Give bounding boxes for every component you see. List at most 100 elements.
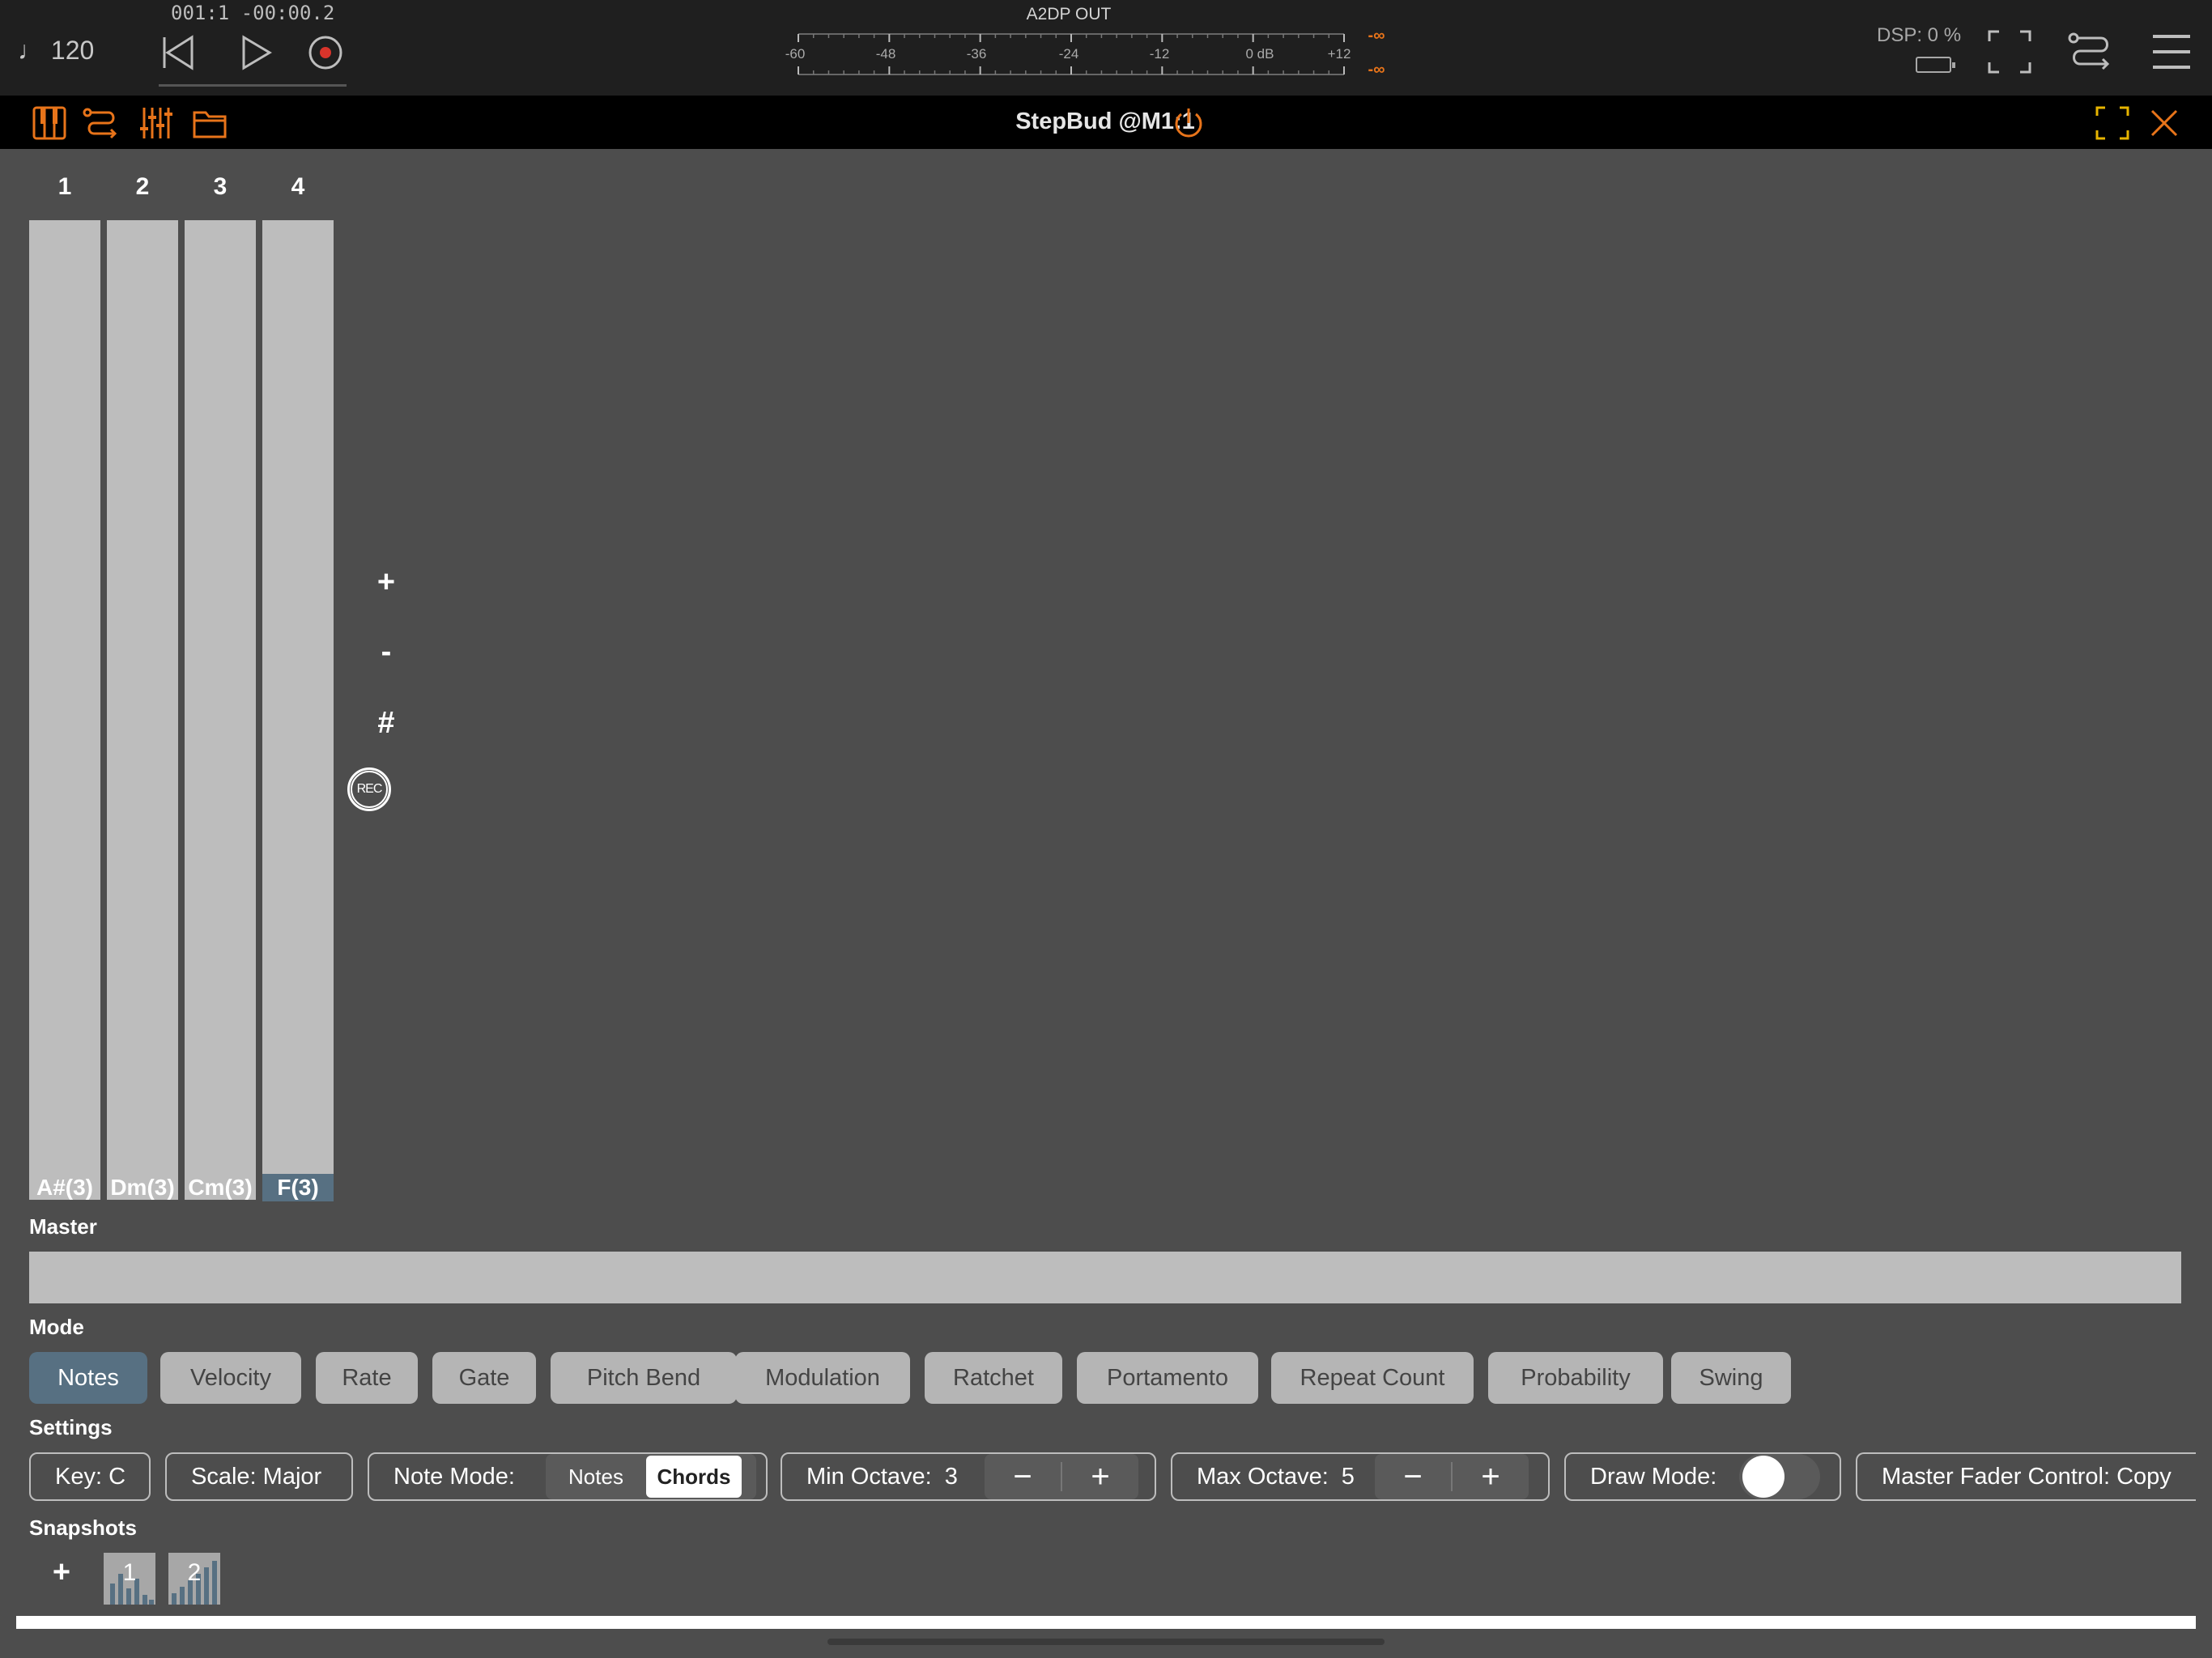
position-display: 001:1 -00:00.2 (171, 2, 335, 24)
min-octave-decrement[interactable]: − (985, 1454, 1061, 1499)
mode-label: Mode (29, 1315, 84, 1339)
meter-title: A2DP OUT (1026, 5, 1112, 23)
draw-mode-control: Draw Mode: (1564, 1452, 1841, 1501)
play-button[interactable] (232, 28, 280, 77)
draw-mode-toggle[interactable] (1739, 1454, 1820, 1499)
meter-label: -36 (967, 46, 987, 62)
transport-progress (159, 84, 347, 87)
note-mode-notes-option[interactable]: Notes (546, 1456, 646, 1498)
piano-icon (32, 106, 66, 140)
meter-label: -24 (1059, 46, 1079, 62)
tempo-display[interactable]: ♩ 120 (18, 36, 94, 66)
rec-button[interactable]: REC (347, 767, 391, 811)
master-label: Master (29, 1214, 97, 1239)
snapshot-mini-bar (143, 1595, 147, 1605)
record-icon (308, 36, 342, 70)
step-bar[interactable] (107, 220, 178, 1200)
key-value: Key: C (55, 1463, 126, 1490)
transport-bar: ♩ 120 001:1 -00:00.2 A2DP OUT -60 -48 -3… (0, 0, 2212, 96)
snapshot-mini-bar (149, 1600, 154, 1605)
folder-icon (193, 111, 227, 138)
play-icon (242, 35, 272, 70)
step-bar[interactable] (29, 220, 100, 1200)
mode-modulation-button[interactable]: Modulation (735, 1352, 910, 1404)
max-octave-control: Max Octave: 5 − + (1171, 1452, 1550, 1501)
settings-label: Settings (29, 1415, 113, 1439)
battery-icon (1916, 57, 1955, 73)
plugin-routing-button[interactable] (81, 104, 121, 142)
peak-right: -∞ (1368, 61, 1385, 79)
snapshot-number: 1 (122, 1559, 137, 1586)
mode-pitch-bend-button[interactable]: Pitch Bend (551, 1352, 737, 1404)
note-mode-segmented: Notes Chords (546, 1454, 756, 1499)
snapshot-number: 2 (187, 1559, 202, 1586)
meter-label: -60 (785, 46, 806, 62)
plugin-fullscreen-button[interactable] (2092, 104, 2133, 142)
note-mode-chords-option[interactable]: Chords (646, 1456, 742, 1498)
add-snapshot-button[interactable]: + (39, 1550, 84, 1595)
step-note-label: Dm(3) (110, 1175, 175, 1200)
snapshot-thumbnail[interactable]: 1 (104, 1553, 155, 1605)
master-fader[interactable] (29, 1252, 2181, 1303)
max-octave-stepper: − + (1375, 1454, 1529, 1499)
dsp-readout: DSP: 0 % (1877, 24, 1962, 46)
min-octave-increment[interactable]: + (1062, 1454, 1138, 1499)
min-octave-value: 3 (944, 1463, 958, 1490)
keyboard-button[interactable] (29, 104, 70, 142)
routing-icon (83, 108, 117, 139)
plugin-title: StepBud @M1:1 (1015, 108, 1195, 134)
sliders-icon (140, 108, 172, 138)
close-plugin-button[interactable] (2144, 104, 2184, 142)
routing-icon (2068, 32, 2110, 70)
meter-label: +12 (1328, 46, 1351, 62)
bottom-edge (16, 1616, 2196, 1629)
rewind-button[interactable] (154, 28, 202, 77)
mode-swing-button[interactable]: Swing (1671, 1352, 1791, 1404)
mode-notes-button[interactable]: Notes (29, 1352, 147, 1404)
mode-velocity-button[interactable]: Velocity (160, 1352, 301, 1404)
expand-icon (1988, 30, 2031, 74)
mode-repeat-count-button[interactable]: Repeat Count (1271, 1352, 1474, 1404)
expand-icon (2095, 106, 2129, 140)
mixer-button[interactable] (136, 104, 177, 142)
snapshot-thumbnail[interactable]: 2 (168, 1553, 220, 1605)
close-icon (2150, 109, 2178, 137)
max-octave-decrement[interactable]: − (1375, 1454, 1451, 1499)
master-fader-control-value: Master Fader Control: Copy (1882, 1463, 2172, 1490)
min-octave-control: Min Octave: 3 − + (781, 1452, 1156, 1501)
step-number: 3 (213, 173, 228, 200)
key-selector[interactable]: Key: C (29, 1452, 151, 1501)
meter-scale: -60 -48 -36 -24 -12 0 dB +12 -∞ -∞ (785, 27, 1385, 79)
sharp-button[interactable]: # (358, 706, 415, 741)
master-fader-control-selector[interactable]: Master Fader Control: Copy (1856, 1452, 2196, 1501)
max-octave-increment[interactable]: + (1453, 1454, 1529, 1499)
add-step-button[interactable]: + (358, 565, 415, 600)
power-button[interactable] (1171, 105, 1206, 141)
record-button[interactable] (301, 28, 350, 77)
mode-rate-button[interactable]: Rate (316, 1352, 418, 1404)
peak-left: -∞ (1368, 27, 1385, 45)
mode-portamento-button[interactable]: Portamento (1077, 1352, 1258, 1404)
min-octave-stepper: − + (985, 1454, 1138, 1499)
step-number: 4 (291, 173, 305, 200)
fullscreen-host-button[interactable] (1982, 24, 2037, 79)
draw-mode-label: Draw Mode: (1590, 1463, 1717, 1490)
rec-label: REC (356, 782, 383, 796)
mode-probability-button[interactable]: Probability (1488, 1352, 1663, 1404)
routing-button[interactable] (2063, 24, 2118, 79)
scale-value: Scale: Major (191, 1463, 322, 1490)
step-number: 2 (135, 173, 150, 200)
mode-gate-button[interactable]: Gate (432, 1352, 536, 1404)
step-bar[interactable] (185, 220, 256, 1200)
step-bar[interactable] (262, 220, 334, 1200)
menu-button[interactable] (2144, 24, 2199, 79)
step-note-label: A#(3) (36, 1175, 93, 1200)
remove-step-button[interactable]: - (358, 635, 415, 670)
mode-ratchet-button[interactable]: Ratchet (925, 1352, 1062, 1404)
snapshot-mini-bar (172, 1593, 177, 1605)
presets-button[interactable] (189, 104, 230, 142)
max-octave-label: Max Octave: (1197, 1463, 1329, 1490)
home-indicator[interactable] (827, 1639, 1385, 1645)
hamburger-icon (2153, 35, 2190, 69)
scale-selector[interactable]: Scale: Major (165, 1452, 353, 1501)
